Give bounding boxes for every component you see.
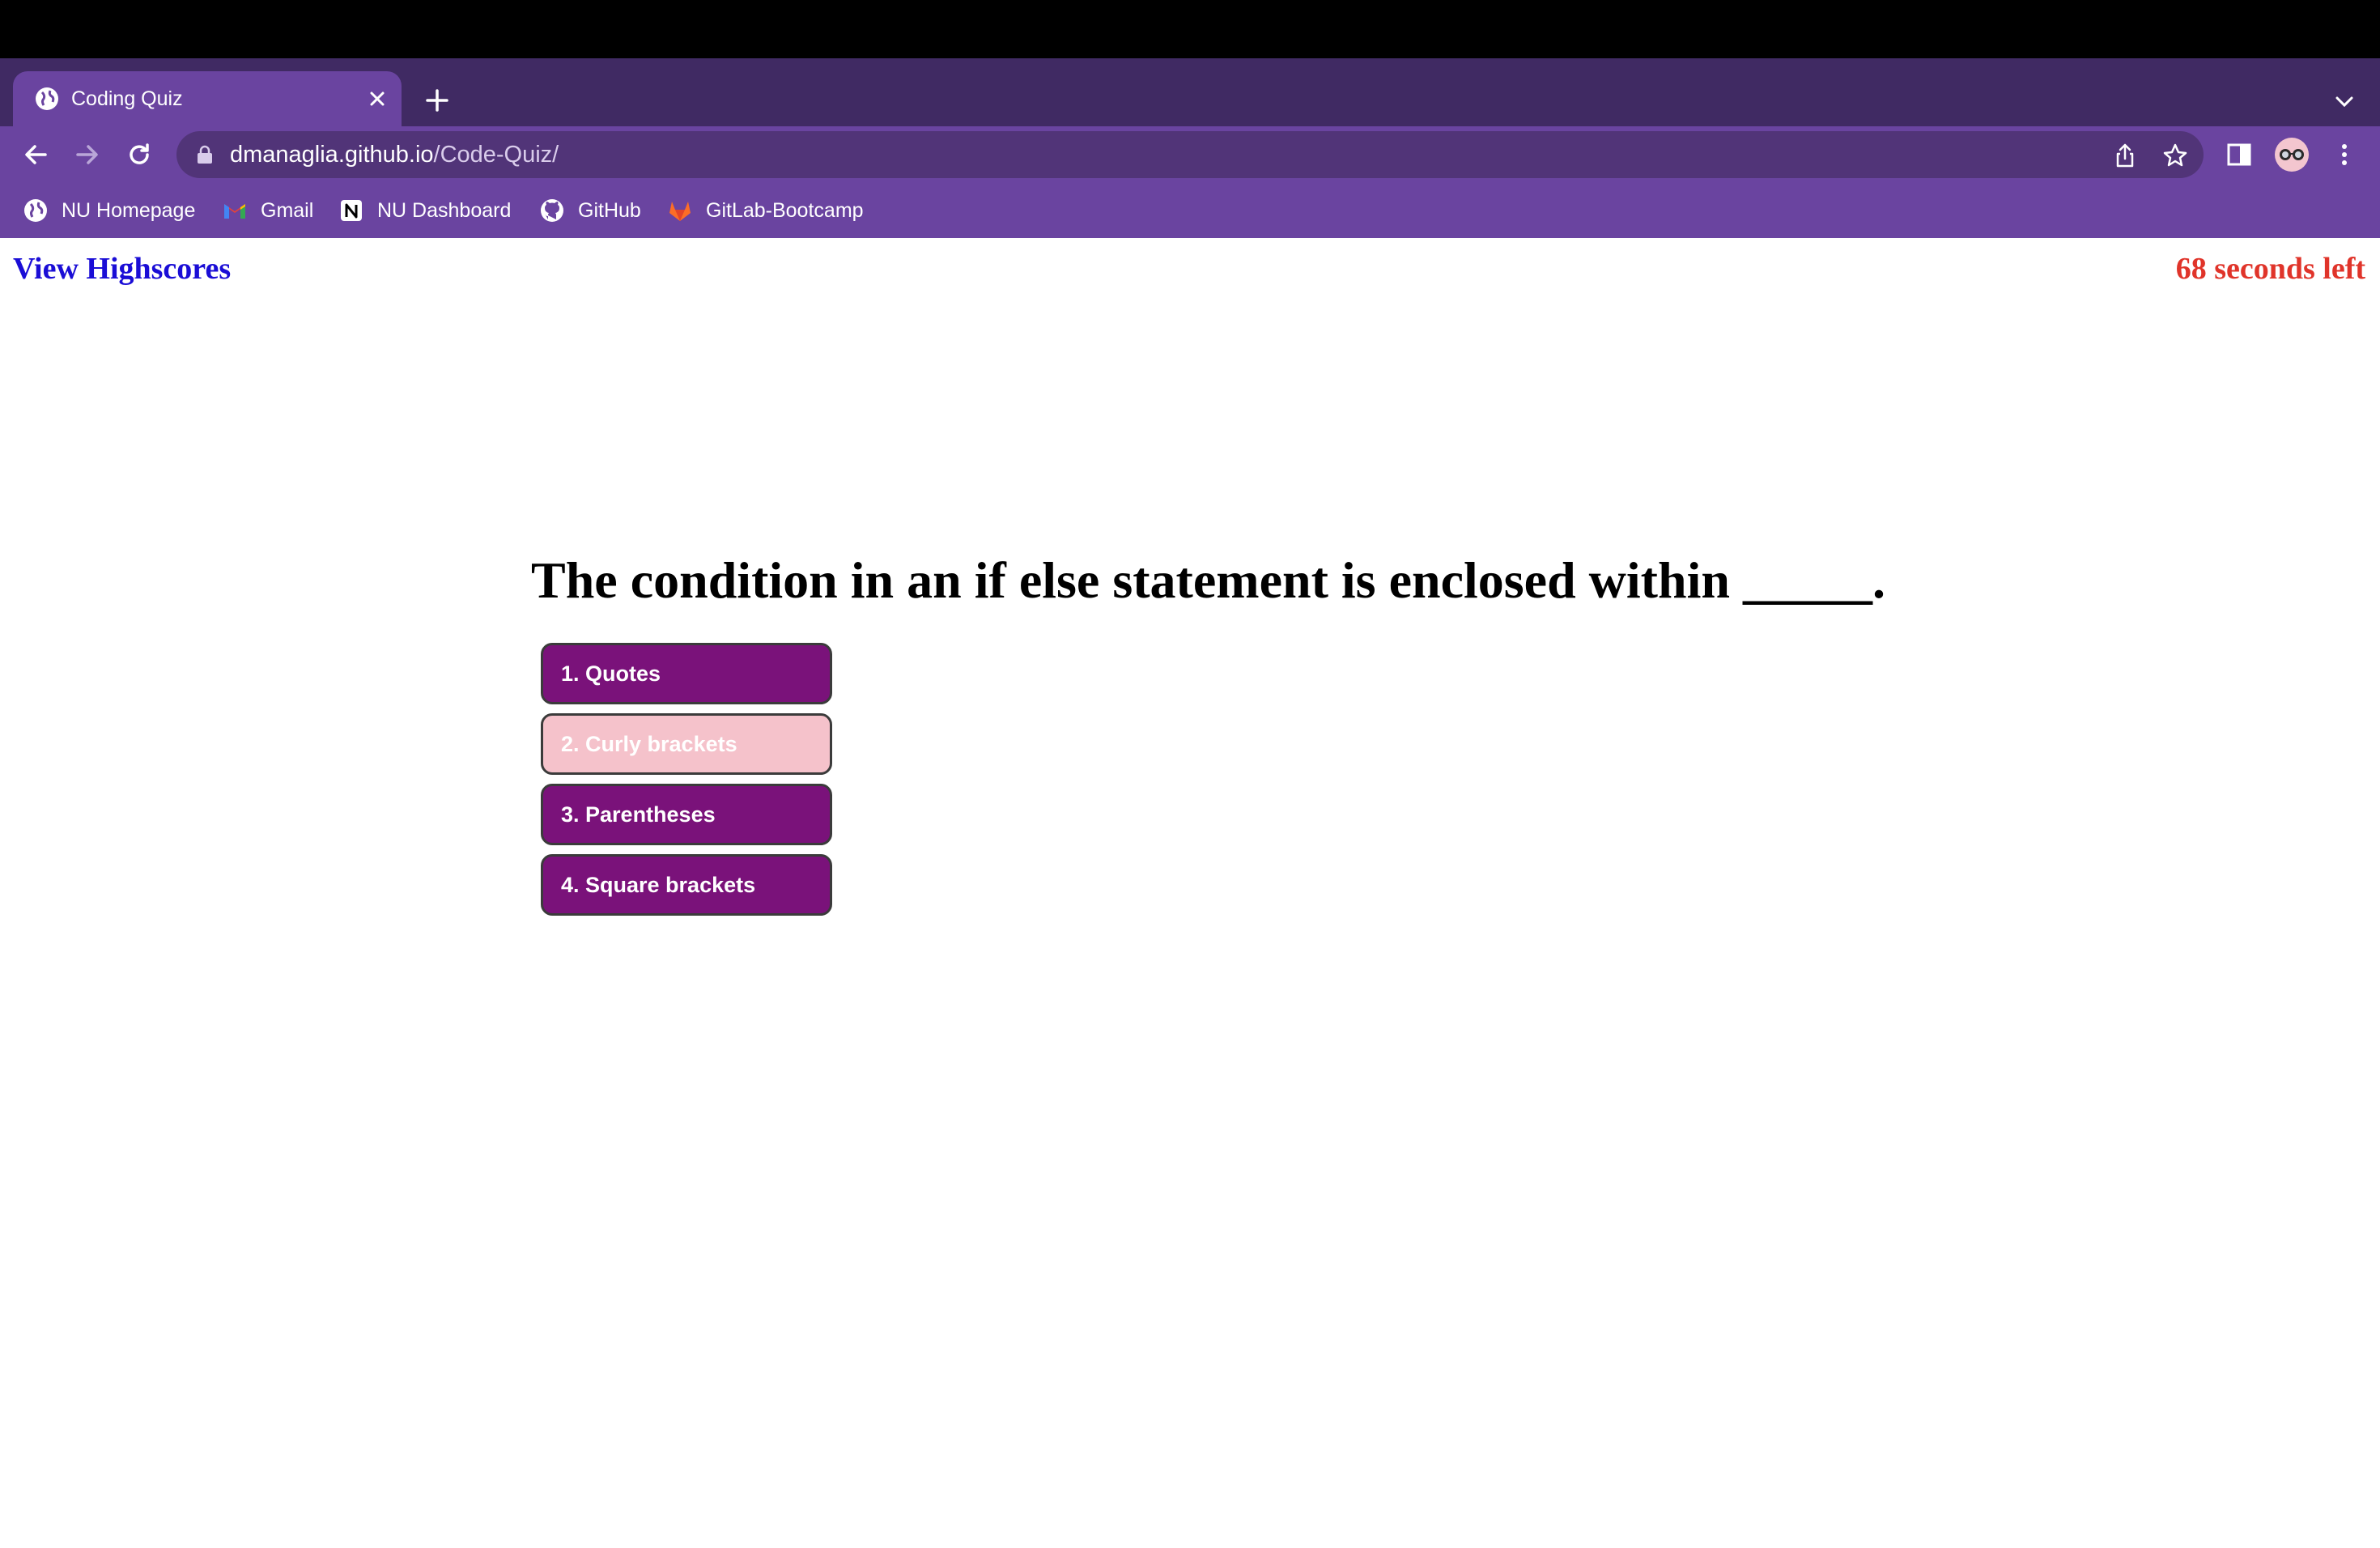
bookmark-label: GitHub [578, 198, 641, 222]
tab-strip: Coding Quiz [0, 58, 2380, 126]
tab-coding-quiz[interactable]: Coding Quiz [13, 71, 402, 126]
answer-button-2[interactable]: 2. Curly brackets [541, 713, 832, 775]
bookmark-nu-homepage[interactable]: NU Homepage [23, 183, 195, 238]
address-bar[interactable]: dmanaglia.github.io/Code-Quiz/ [176, 131, 2204, 178]
tab-title: Coding Quiz [71, 87, 183, 110]
notion-icon [341, 200, 362, 221]
bookmark-gitlab-bootcamp[interactable]: GitLab-Bootcamp [667, 183, 864, 238]
back-arrow-icon[interactable] [19, 138, 52, 171]
bookmark-github[interactable]: GitHub [539, 183, 641, 238]
side-panel-icon[interactable] [2225, 140, 2254, 169]
question-text: The condition in an if else statement is… [531, 551, 1885, 609]
bookmarks-bar: NU Homepage Gmail NU Dashboard GitHub Gi… [0, 183, 2380, 238]
profile-glasses-icon [2280, 149, 2304, 160]
globe-icon [36, 87, 58, 110]
bookmark-label: Gmail [261, 198, 314, 222]
bookmark-label: NU Homepage [62, 198, 196, 222]
lock-icon [198, 145, 212, 164]
bookmark-label: GitLab-Bootcamp [706, 198, 864, 222]
share-icon[interactable] [2111, 142, 2139, 169]
bookmark-label: NU Dashboard [377, 198, 512, 222]
timer-text: 68 seconds left [2175, 252, 2365, 286]
bookmark-gmail[interactable]: Gmail [222, 183, 313, 238]
bookmark-nu-dashboard[interactable]: NU Dashboard [338, 183, 511, 238]
globe-icon [24, 199, 47, 222]
browser-toolbar: dmanaglia.github.io/Code-Quiz/ [0, 126, 2380, 183]
url-text: dmanaglia.github.io/Code-Quiz/ [230, 142, 559, 168]
gmail-icon [224, 204, 245, 219]
system-top-bar [0, 0, 2380, 58]
reload-icon[interactable] [123, 138, 155, 171]
new-tab-plus-icon[interactable] [421, 84, 453, 117]
kebab-menu-icon[interactable] [2330, 140, 2359, 169]
profile-avatar[interactable] [2275, 138, 2309, 172]
gitlab-icon [669, 202, 691, 221]
github-icon [541, 199, 563, 222]
view-highscores-link[interactable]: View Highscores [13, 251, 231, 287]
chevron-down-icon[interactable] [2330, 87, 2359, 117]
answer-button-1[interactable]: 1. Quotes [541, 643, 832, 704]
answer-button-4[interactable]: 4. Square brackets [541, 854, 832, 916]
close-icon[interactable] [364, 86, 390, 112]
url-path: /Code-Quiz/ [433, 142, 559, 168]
bookmark-star-icon[interactable] [2161, 142, 2189, 169]
page-content: View Highscores 68 seconds left The cond… [0, 238, 2380, 1548]
forward-arrow-icon[interactable] [71, 138, 104, 171]
answer-button-3[interactable]: 3. Parentheses [541, 784, 832, 845]
url-host: dmanaglia.github.io [230, 142, 434, 168]
